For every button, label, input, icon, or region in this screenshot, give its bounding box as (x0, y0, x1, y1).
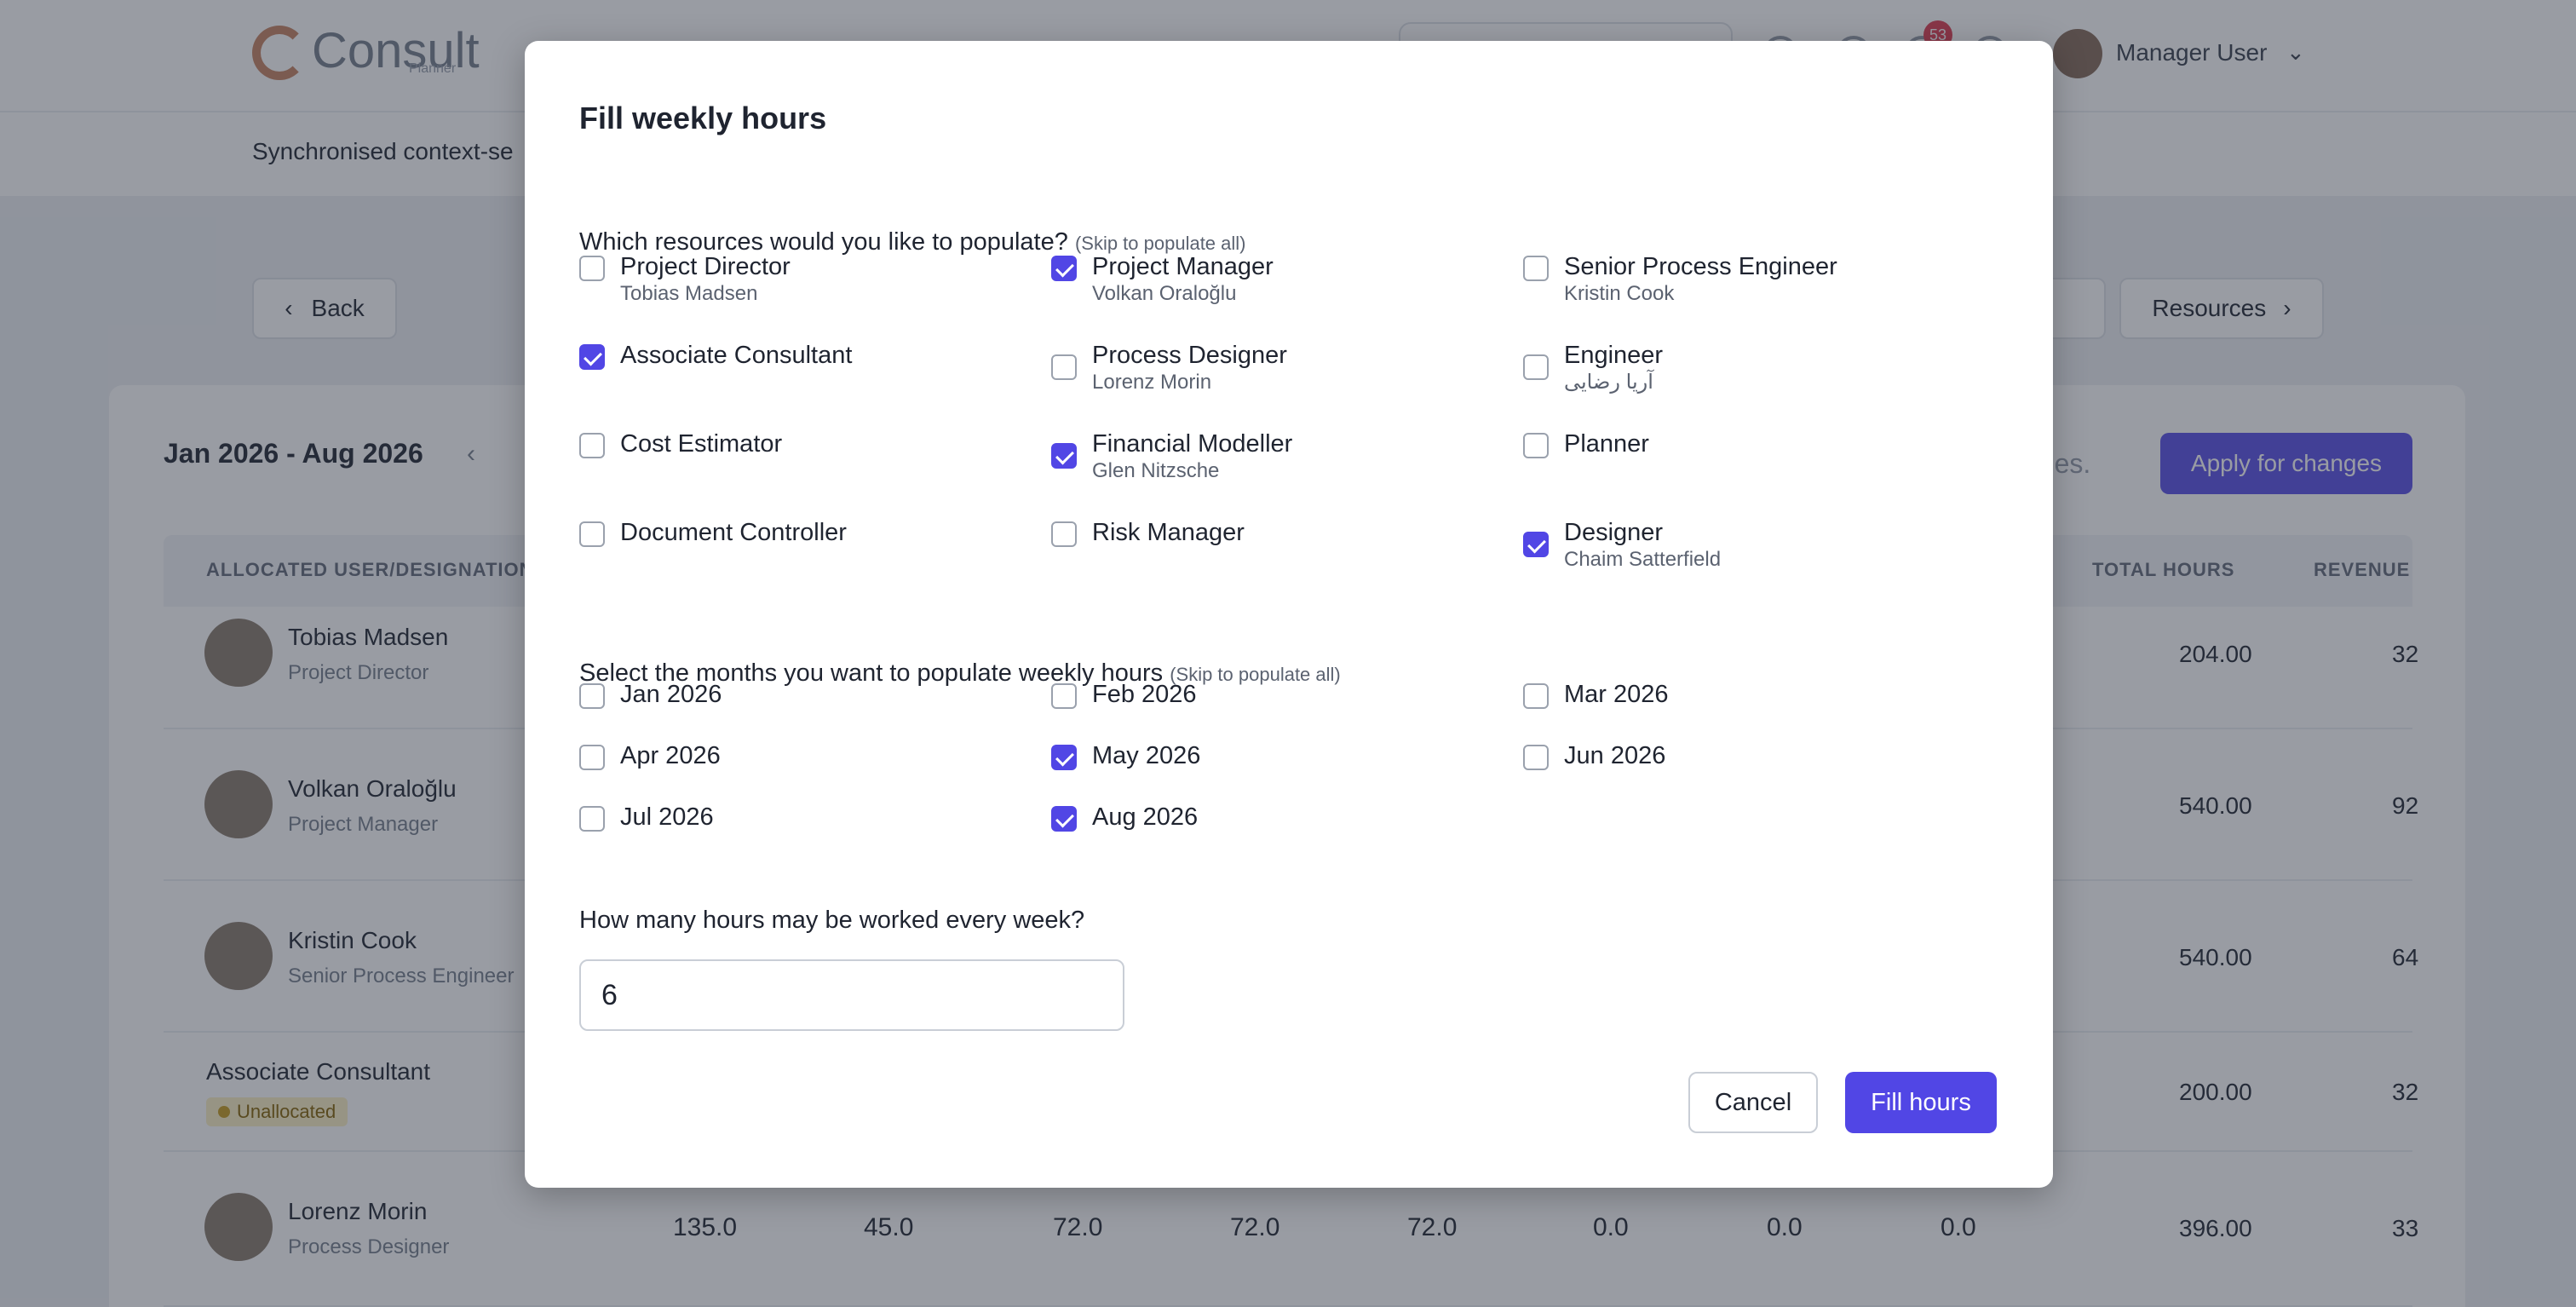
resource-label: Cost Estimator (620, 430, 783, 458)
checkbox[interactable] (1051, 806, 1077, 832)
dialog-title: Fill weekly hours (579, 101, 827, 135)
resource-label: Associate Consultant (620, 342, 853, 369)
resources-skip-hint: (Skip to populate all) (1074, 233, 1246, 254)
checkbox[interactable] (1051, 683, 1077, 709)
checkbox[interactable] (1051, 443, 1077, 469)
hours-question: How many hours may be worked every week? (579, 907, 1085, 934)
month-label: May 2026 (1092, 742, 1201, 769)
checkbox[interactable] (1523, 745, 1549, 770)
month-label: Aug 2026 (1092, 803, 1199, 831)
resource-label: Engineer (1564, 342, 1664, 369)
checkbox[interactable] (1523, 354, 1549, 380)
resource-assignee: آریا رضایی (1564, 371, 1653, 394)
month-option[interactable]: May 2026 (1051, 741, 1200, 770)
month-label: Jan 2026 (620, 681, 722, 708)
resource-label: Planner (1564, 430, 1649, 458)
resource-label: Risk Manager (1092, 519, 1245, 546)
resource-option[interactable]: Senior Process Engineer Kristin Cook (1523, 252, 1837, 307)
resource-assignee: Kristin Cook (1564, 282, 1675, 305)
month-label: Jun 2026 (1564, 742, 1666, 769)
cancel-button[interactable]: Cancel (1688, 1072, 1818, 1133)
checkbox[interactable] (1523, 433, 1549, 458)
checkbox[interactable] (1523, 532, 1549, 557)
checkbox[interactable] (579, 256, 605, 281)
resource-option[interactable]: Process Designer Lorenz Morin (1051, 341, 1287, 395)
checkbox[interactable] (579, 521, 605, 547)
month-option[interactable]: Aug 2026 (1051, 803, 1198, 832)
resource-option[interactable]: Designer Chaim Satterfield (1523, 518, 1721, 573)
resource-label: Financial Modeller (1092, 430, 1293, 458)
resource-label: Project Director (620, 253, 791, 280)
month-label: Jul 2026 (620, 803, 714, 831)
checkbox[interactable] (579, 683, 605, 709)
month-option[interactable]: Apr 2026 (579, 741, 721, 770)
fill-hours-button[interactable]: Fill hours (1845, 1072, 1997, 1133)
month-option[interactable]: Mar 2026 (1523, 680, 1669, 709)
weekly-hours-input[interactable] (579, 959, 1124, 1031)
resource-option[interactable]: Engineer آریا رضایی (1523, 341, 1663, 395)
checkbox[interactable] (579, 344, 605, 370)
checkbox[interactable] (1051, 745, 1077, 770)
resource-option[interactable]: Cost Estimator (579, 429, 782, 458)
resource-option[interactable]: Document Controller (579, 518, 847, 547)
resource-assignee: Glen Nitzsche (1092, 459, 1220, 482)
checkbox[interactable] (1051, 256, 1077, 281)
resource-assignee: Tobias Madsen (620, 282, 758, 305)
resource-label: Designer (1564, 519, 1664, 546)
resource-label: Project Manager (1092, 253, 1274, 280)
resource-label: Senior Process Engineer (1564, 253, 1837, 280)
resource-label: Document Controller (620, 519, 847, 546)
resource-option[interactable]: Project Director Tobias Madsen (579, 252, 791, 307)
resource-assignee: Chaim Satterfield (1564, 548, 1722, 571)
resource-option[interactable]: Project Manager Volkan Oraloğlu (1051, 252, 1274, 307)
checkbox[interactable] (1051, 521, 1077, 547)
checkbox[interactable] (1051, 354, 1077, 380)
resource-assignee: Volkan Oraloğlu (1092, 282, 1237, 305)
resource-option[interactable]: Financial Modeller Glen Nitzsche (1051, 429, 1292, 484)
checkbox[interactable] (579, 745, 605, 770)
month-option[interactable]: Jul 2026 (579, 803, 714, 832)
month-label: Feb 2026 (1092, 681, 1197, 708)
month-option[interactable]: Jan 2026 (579, 680, 722, 709)
month-option[interactable]: Jun 2026 (1523, 741, 1665, 770)
checkbox[interactable] (579, 433, 605, 458)
month-label: Apr 2026 (620, 742, 721, 769)
resource-label: Process Designer (1092, 342, 1287, 369)
month-option[interactable]: Feb 2026 (1051, 680, 1197, 709)
month-label: Mar 2026 (1564, 681, 1669, 708)
resource-option[interactable]: Planner (1523, 429, 1649, 458)
fill-weekly-hours-dialog: Fill weekly hours Which resources would … (525, 41, 2053, 1188)
resource-option[interactable]: Associate Consultant (579, 341, 852, 370)
checkbox[interactable] (1523, 256, 1549, 281)
resource-option[interactable]: Risk Manager (1051, 518, 1245, 547)
checkbox[interactable] (1523, 683, 1549, 709)
checkbox[interactable] (579, 806, 605, 832)
resource-assignee: Lorenz Morin (1092, 371, 1212, 394)
